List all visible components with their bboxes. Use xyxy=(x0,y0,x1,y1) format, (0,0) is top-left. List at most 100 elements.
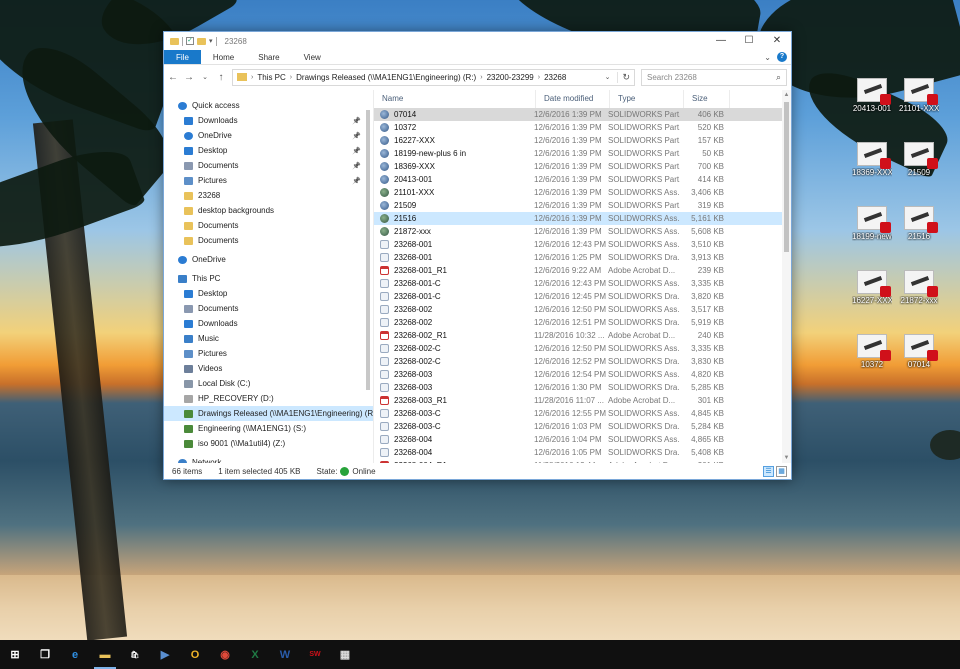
nav-item[interactable]: Videos xyxy=(164,361,373,376)
title-bar[interactable]: ✓ ▾ 23268 — ☐ ✕ xyxy=(164,32,791,50)
calculator-icon[interactable]: ▦ xyxy=(330,640,360,669)
store-icon[interactable]: 🛍 xyxy=(120,640,150,669)
nav-item[interactable]: Engineering (\\MA1ENG1) (S:) xyxy=(164,421,373,436)
chevron-right-icon[interactable]: › xyxy=(538,74,540,81)
search-input[interactable]: Search 23268 xyxy=(647,73,697,82)
start-button[interactable]: ⊞ xyxy=(0,640,30,669)
chevron-right-icon[interactable]: › xyxy=(290,74,292,81)
file-row[interactable]: 23268-003_R1 11/28/2016 11:07 ... Adobe Ac… xyxy=(374,394,791,407)
chevron-down-icon[interactable]: ▾ xyxy=(209,37,213,45)
file-row[interactable]: 23268-003-C 12/6/2016 12:55 PM SOLIDWORKS … xyxy=(374,407,791,420)
excel-icon[interactable]: X xyxy=(240,640,270,669)
file-row[interactable]: 23268-002-C 12/6/2016 12:50 PM SOLIDWORKS … xyxy=(374,342,791,355)
pin-icon[interactable]: 📌 xyxy=(352,117,361,125)
file-row[interactable]: 21516 12/6/2016 1:39 PM SOLIDWORKS Ass... 5… xyxy=(374,212,791,225)
file-row[interactable]: 23268-001-C 12/6/2016 12:45 PM SOLIDWORKS … xyxy=(374,290,791,303)
nav-item[interactable]: Desktop 📌 xyxy=(164,143,373,158)
pin-icon[interactable]: 📌 xyxy=(352,132,361,140)
details-view-icon[interactable]: ☰ xyxy=(763,465,774,477)
file-row[interactable]: 23268-003-C 12/6/2016 1:03 PM SOLIDWORKS D… xyxy=(374,420,791,433)
nav-item[interactable]: Documents xyxy=(164,233,373,248)
desktop-shortcut[interactable]: 07014 xyxy=(899,334,939,369)
desktop-shortcut[interactable]: 10372 xyxy=(852,334,892,369)
pin-icon[interactable]: 📌 xyxy=(352,177,361,185)
pin-icon[interactable]: 📌 xyxy=(352,147,361,155)
column-type[interactable]: Type xyxy=(610,90,684,108)
file-row[interactable]: 20413-001 12/6/2016 1:39 PM SOLIDWORKS Par… xyxy=(374,173,791,186)
outlook-icon[interactable]: O xyxy=(180,640,210,669)
nav-item[interactable]: Pictures 📌 xyxy=(164,173,373,188)
large-icons-view-icon[interactable]: ▦ xyxy=(776,465,787,477)
file-row[interactable]: 23268-002-C 12/6/2016 12:52 PM SOLIDWORKS … xyxy=(374,355,791,368)
tab-view[interactable]: View xyxy=(292,50,333,64)
nav-item[interactable]: OneDrive xyxy=(164,252,373,267)
nav-item[interactable]: Network xyxy=(164,455,373,463)
desktop-shortcut[interactable]: 21101-XXX xyxy=(899,78,939,113)
chrome-icon[interactable]: ◉ xyxy=(210,640,240,669)
media-player-icon[interactable]: ▶ xyxy=(150,640,180,669)
file-row[interactable]: 07014 12/6/2016 1:39 PM SOLIDWORKS Part...… xyxy=(374,108,791,121)
desktop-shortcut[interactable]: 21872-xxx xyxy=(899,270,939,305)
word-icon[interactable]: W xyxy=(270,640,300,669)
file-row[interactable]: 23268-001-C 12/6/2016 12:43 PM SOLIDWORKS … xyxy=(374,277,791,290)
tab-file[interactable]: File xyxy=(164,50,201,64)
chevron-right-icon[interactable]: › xyxy=(480,74,482,81)
nav-item[interactable]: Documents xyxy=(164,218,373,233)
nav-item[interactable]: Pictures xyxy=(164,346,373,361)
recent-locations-icon[interactable]: ⌄ xyxy=(200,73,210,81)
nav-item[interactable]: Documents 📌 xyxy=(164,158,373,173)
breadcrumb-this-pc[interactable]: This PC xyxy=(257,73,285,82)
desktop-shortcut[interactable]: 18199-new-plus 6 in xyxy=(852,206,892,241)
file-row[interactable]: 23268-004 12/6/2016 1:05 PM SOLIDWORKS Dra… xyxy=(374,446,791,459)
edge-icon[interactable]: e xyxy=(60,640,90,669)
nav-item[interactable]: iso 9001 (\\Ma1util4) (Z:) xyxy=(164,436,373,451)
file-list-scrollbar[interactable]: ▲ ▼ xyxy=(782,90,791,463)
search-box[interactable]: Search 23268 ⌕ xyxy=(641,68,787,86)
nav-item[interactable]: Downloads 📌 xyxy=(164,113,373,128)
file-row[interactable]: 23268-002 12/6/2016 12:50 PM SOLIDWORKS As… xyxy=(374,303,791,316)
nav-item[interactable]: HP_RECOVERY (D:) xyxy=(164,391,373,406)
nav-item[interactable]: 23268 xyxy=(164,188,373,203)
file-row[interactable]: 16227-XXX 12/6/2016 1:39 PM SOLIDWORKS Par… xyxy=(374,134,791,147)
file-row[interactable]: 23268-004 12/6/2016 1:04 PM SOLIDWORKS Ass… xyxy=(374,433,791,446)
up-arrow-icon[interactable]: ↑ xyxy=(216,72,226,83)
desktop-shortcut[interactable]: 21516 xyxy=(899,206,939,241)
address-bar[interactable]: › This PC › Drawings Released (\\MA1ENG1… xyxy=(232,68,635,86)
nav-item[interactable]: Music xyxy=(164,331,373,346)
tab-share[interactable]: Share xyxy=(246,50,291,64)
file-row[interactable]: 23268-001 12/6/2016 12:43 PM SOLIDWORKS As… xyxy=(374,238,791,251)
file-row[interactable]: 18199-new-plus 6 in 12/6/2016 1:39 PM SOLI… xyxy=(374,147,791,160)
forward-arrow-icon[interactable]: → xyxy=(184,72,194,83)
help-icon[interactable]: ? xyxy=(777,52,787,62)
nav-item[interactable]: Local Disk (C:) xyxy=(164,376,373,391)
pin-icon[interactable]: 📌 xyxy=(352,162,361,170)
file-row[interactable]: 23268-001 12/6/2016 1:25 PM SOLIDWORKS Dra… xyxy=(374,251,791,264)
scroll-down-icon[interactable]: ▼ xyxy=(782,453,791,463)
file-row[interactable]: 10372 12/6/2016 1:39 PM SOLIDWORKS Part...… xyxy=(374,121,791,134)
chevron-down-icon[interactable]: ⌄ xyxy=(602,73,614,81)
properties-icon[interactable]: ✓ xyxy=(186,37,194,45)
chevron-right-icon[interactable]: › xyxy=(251,74,253,81)
minimize-button[interactable]: — xyxy=(707,32,735,50)
nav-item[interactable]: Desktop xyxy=(164,286,373,301)
file-row[interactable]: 23268-002 12/6/2016 12:51 PM SOLIDWORKS Dr… xyxy=(374,316,791,329)
new-folder-icon[interactable] xyxy=(197,37,206,45)
column-name[interactable]: Name xyxy=(374,90,536,108)
task-view-button[interactable]: ❐ xyxy=(30,640,60,669)
desktop-shortcut[interactable]: 20413-001 xyxy=(852,78,892,113)
desktop-shortcut[interactable]: 21509 xyxy=(899,142,939,177)
back-arrow-icon[interactable]: ← xyxy=(168,72,178,83)
file-explorer-window[interactable]: ✓ ▾ 23268 — ☐ ✕ File Home Share View ⌄ ?… xyxy=(163,31,792,480)
file-row[interactable]: 21509 12/6/2016 1:39 PM SOLIDWORKS Part...… xyxy=(374,199,791,212)
breadcrumb-range[interactable]: 23200-23299 xyxy=(487,73,534,82)
nav-item[interactable]: desktop backgrounds xyxy=(164,203,373,218)
expand-ribbon-icon[interactable]: ⌄ xyxy=(764,53,771,62)
file-row[interactable]: 21872-xxx 12/6/2016 1:39 PM SOLIDWORKS Ass… xyxy=(374,225,791,238)
file-row[interactable]: 21101-XXX 12/6/2016 1:39 PM SOLIDWORKS Ass… xyxy=(374,186,791,199)
solidworks-icon[interactable]: SW xyxy=(300,640,330,669)
nav-item[interactable]: This PC xyxy=(164,271,373,286)
column-size[interactable]: Size xyxy=(684,90,730,108)
scroll-thumb[interactable] xyxy=(784,102,789,252)
breadcrumb-drive[interactable]: Drawings Released (\\MA1ENG1\Engineering… xyxy=(296,73,476,82)
close-button[interactable]: ✕ xyxy=(763,32,791,50)
